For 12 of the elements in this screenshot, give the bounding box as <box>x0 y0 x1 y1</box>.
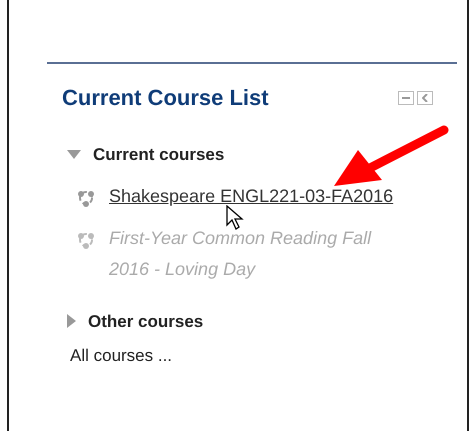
block-title: Current Course List <box>62 84 269 112</box>
all-courses-link[interactable]: All courses ... <box>70 343 457 368</box>
expanded-icon <box>67 150 81 160</box>
category-toggle[interactable]: Other courses <box>67 308 457 334</box>
collapsed-icon <box>67 314 76 328</box>
collapse-icon[interactable] <box>398 90 414 104</box>
category-toggle[interactable]: Current courses <box>67 142 457 168</box>
cursor-icon <box>226 205 244 231</box>
course-link[interactable]: Shakespeare ENGL221-03-FA2016 <box>109 180 409 212</box>
course-icon <box>77 188 95 206</box>
dock-icon[interactable] <box>417 90 433 104</box>
course-icon <box>77 230 95 248</box>
